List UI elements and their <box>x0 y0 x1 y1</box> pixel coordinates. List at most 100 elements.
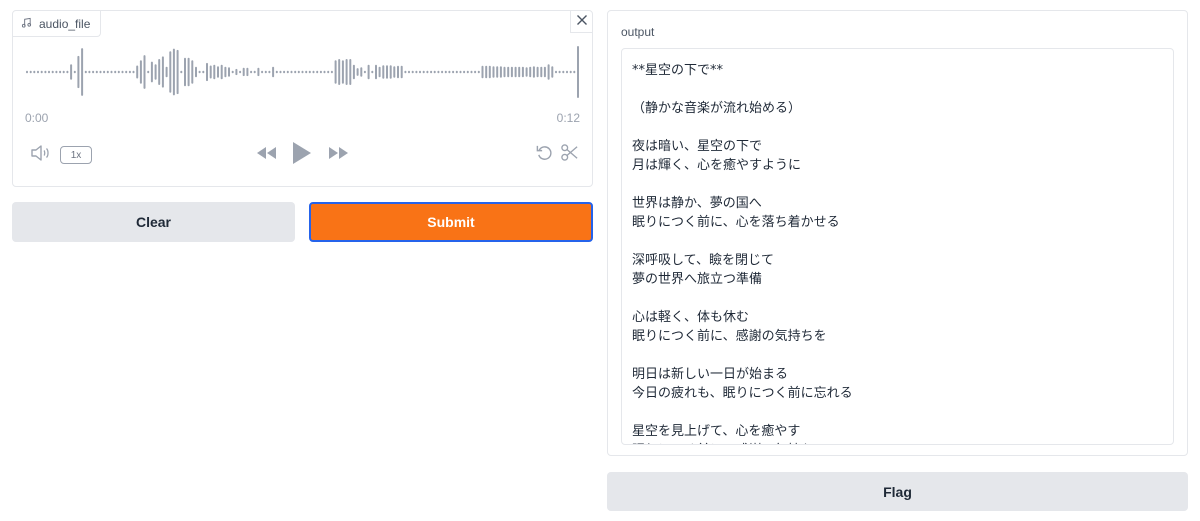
waveform-bar <box>261 70 264 74</box>
waveform-bar <box>341 60 344 84</box>
waveform-bar <box>176 49 179 95</box>
waveform-bar <box>224 66 227 78</box>
audio-file-label-text: audio_file <box>39 16 91 31</box>
waveform-bar <box>558 70 561 74</box>
waveform-bar <box>103 70 106 74</box>
flag-button[interactable]: Flag <box>607 472 1188 511</box>
waveform-bar <box>77 55 80 89</box>
waveform-bar <box>352 64 355 80</box>
waveform-bar <box>577 46 579 98</box>
waveform-bar <box>213 64 216 80</box>
waveform-bar <box>125 70 128 74</box>
waveform-bar <box>294 70 297 74</box>
waveform-bar <box>459 70 462 74</box>
clear-button[interactable]: Clear <box>12 202 295 242</box>
waveform-bar <box>81 48 84 96</box>
current-time: 0:00 <box>25 111 49 125</box>
total-duration: 0:12 <box>556 111 580 125</box>
fast-forward-icon <box>328 146 350 165</box>
waveform-bar <box>448 70 451 74</box>
waveform-bar <box>114 70 117 74</box>
waveform-bar <box>496 66 499 78</box>
waveform-bar <box>400 65 403 79</box>
waveform-bar <box>169 51 172 93</box>
waveform-bar <box>323 70 326 74</box>
waveform-bar <box>184 57 186 87</box>
waveform-bar <box>150 61 153 83</box>
waveform-bar <box>206 62 208 82</box>
waveform-bar <box>492 66 495 78</box>
waveform-bar <box>312 70 315 74</box>
waveform-bar <box>264 70 267 74</box>
waveform-bar <box>301 70 304 74</box>
waveform-bar <box>356 68 359 76</box>
waveform-bar <box>187 57 190 87</box>
waveform-bar <box>106 70 109 74</box>
waveform-bar <box>415 70 418 74</box>
waveform-bar <box>338 59 341 85</box>
waveform-bar <box>334 60 337 84</box>
waveform-bar <box>59 70 62 74</box>
waveform-bar <box>488 65 491 79</box>
play-button[interactable] <box>291 141 313 170</box>
reset-button[interactable] <box>534 145 554 165</box>
close-button[interactable] <box>570 11 592 33</box>
waveform-bar <box>551 66 554 78</box>
waveform-bar <box>404 70 407 74</box>
waveform-bar <box>147 70 150 74</box>
rewind-icon <box>255 146 277 165</box>
waveform-bar <box>286 70 289 74</box>
waveform-bar <box>70 64 73 80</box>
trim-button[interactable] <box>559 143 579 167</box>
waveform-bar <box>382 65 385 79</box>
waveform-bar <box>136 65 139 79</box>
waveform-bar <box>88 70 91 74</box>
waveform-bar <box>272 66 275 78</box>
waveform-bar <box>290 70 293 74</box>
playback-rate-button[interactable]: 1x <box>60 146 92 164</box>
waveform-bar <box>305 70 308 74</box>
waveform-bar <box>444 70 447 74</box>
waveform-bar <box>279 70 282 74</box>
waveform-bar <box>452 70 455 74</box>
waveform-bar <box>242 67 245 77</box>
fast-forward-button[interactable] <box>328 146 350 165</box>
waveform-bar <box>139 60 142 84</box>
waveform-bar <box>540 66 543 78</box>
waveform-bar <box>228 67 230 77</box>
audio-waveform[interactable] <box>25 46 580 98</box>
waveform-bar <box>73 70 76 74</box>
volume-button[interactable] <box>29 144 51 165</box>
waveform-bar <box>55 70 58 74</box>
waveform-bar <box>257 67 260 77</box>
waveform-bar <box>466 70 469 74</box>
waveform-bar <box>95 70 98 74</box>
close-icon <box>576 13 588 31</box>
scissors-icon <box>560 143 579 167</box>
rewind-button[interactable] <box>255 146 277 165</box>
waveform-bar <box>172 48 175 96</box>
waveform-bar <box>132 70 135 74</box>
waveform-bar <box>477 70 480 74</box>
waveform-bar <box>99 70 102 74</box>
waveform-bar <box>345 59 348 85</box>
waveform-bar <box>26 70 28 74</box>
waveform-bar <box>165 66 168 78</box>
waveform-bar <box>246 67 249 77</box>
waveform-bar <box>525 67 528 77</box>
output-textbox[interactable]: **星空の下で** （静かな音楽が流れ始める） 夜は暗い、星空の下で 月は輝く、… <box>621 48 1174 445</box>
output-panel: output **星空の下で** （静かな音楽が流れ始める） 夜は暗い、星空の下… <box>607 10 1188 456</box>
output-label: output <box>621 25 655 39</box>
waveform-bar <box>84 70 87 74</box>
waveform-bar <box>543 66 546 78</box>
waveform-bar <box>547 64 550 80</box>
waveform-bar <box>327 70 330 74</box>
waveform-bar <box>474 70 477 74</box>
audio-input-panel: audio_file 0:00 0:12 1x <box>12 10 593 187</box>
waveform-bar <box>411 70 414 74</box>
waveform-bar <box>521 66 524 78</box>
submit-button[interactable]: Submit <box>309 202 593 242</box>
waveform-bar <box>191 60 194 84</box>
play-icon <box>292 141 312 170</box>
waveform-bar <box>316 70 319 74</box>
